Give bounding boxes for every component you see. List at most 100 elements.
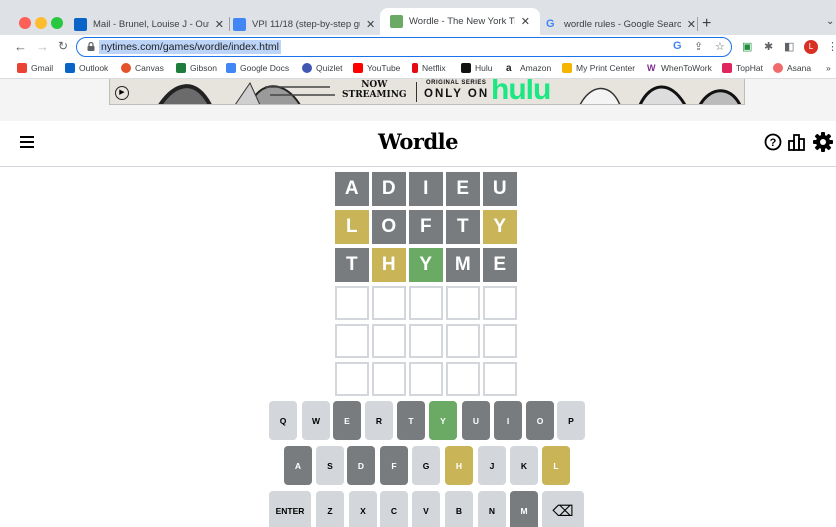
- window-minimize-button[interactable]: [35, 17, 47, 29]
- back-arrow-icon[interactable]: ←: [14, 39, 27, 54]
- ad-replay-icon[interactable]: ▶: [115, 86, 129, 100]
- hulu-ad-banner[interactable]: ▶ NOW STREAMING ORIGINAL SERIES ONLY ON …: [109, 79, 745, 105]
- asana-icon: [773, 63, 783, 73]
- reload-icon[interactable]: ↻: [58, 39, 68, 53]
- bookmarks-overflow-icon[interactable]: »: [826, 63, 831, 73]
- tab-close-icon[interactable]: ✕: [215, 18, 224, 31]
- google-lens-icon[interactable]: G: [673, 40, 682, 52]
- key-f[interactable]: F: [380, 446, 408, 485]
- bookmark-label: Canvas: [135, 63, 164, 73]
- url-text[interactable]: nytimes.com/games/wordle/index.html: [99, 40, 281, 54]
- tab-close-icon[interactable]: ✕: [687, 18, 696, 31]
- google-docs-icon: [226, 63, 236, 73]
- bookmark-star-icon[interactable]: ☆: [715, 40, 725, 53]
- bookmark-tophat[interactable]: TopHat: [722, 63, 763, 73]
- settings-gear-icon[interactable]: [813, 132, 833, 152]
- enter-key[interactable]: ENTER: [269, 491, 311, 527]
- key-i[interactable]: I: [494, 401, 522, 440]
- key-e[interactable]: E: [333, 401, 361, 440]
- bookmark-label: Asana: [787, 63, 812, 73]
- key-x[interactable]: X: [349, 491, 377, 527]
- bookmark-label: TopHat: [736, 63, 763, 73]
- key-n[interactable]: N: [478, 491, 506, 527]
- side-panel-icon[interactable]: ◧: [784, 40, 794, 53]
- tab-outlook-mail[interactable]: Mail - Brunel, Louise J - Outloo ✕: [74, 13, 224, 35]
- board-row: LOFTY: [335, 210, 520, 244]
- bookmark-hulu[interactable]: Hulu: [461, 63, 492, 73]
- help-icon[interactable]: ?: [764, 133, 782, 151]
- tab-google-search[interactable]: G wordle rules - Google Search ✕: [546, 13, 696, 35]
- key-w[interactable]: W: [302, 401, 330, 440]
- key-s[interactable]: S: [316, 446, 344, 485]
- address-bar[interactable]: nytimes.com/games/wordle/index.html G ⇪ …: [76, 37, 732, 57]
- key-q[interactable]: Q: [269, 401, 297, 440]
- more-menu-icon[interactable]: ⋮: [827, 40, 836, 53]
- bookmark-gmail[interactable]: Gmail: [17, 63, 53, 73]
- backspace-key[interactable]: ⌫: [542, 491, 584, 527]
- extension-clipboard-icon[interactable]: ▣: [742, 40, 752, 53]
- statistics-icon[interactable]: [788, 133, 806, 151]
- youtube-icon: [353, 63, 363, 73]
- key-l[interactable]: L: [542, 446, 570, 485]
- letter-tile: Y: [409, 248, 443, 282]
- bookmark-outlook[interactable]: Outlook: [65, 63, 108, 73]
- bookmark-canvas[interactable]: Canvas: [121, 63, 164, 73]
- google-docs-icon: [233, 17, 246, 31]
- forward-arrow-icon[interactable]: →: [36, 39, 49, 54]
- bookmark-amazon[interactable]: a Amazon: [506, 63, 551, 74]
- board-row: [335, 286, 520, 320]
- window-maximize-button[interactable]: [51, 17, 63, 29]
- key-y[interactable]: Y: [429, 401, 457, 440]
- letter-tile: [483, 324, 517, 358]
- keyboard-row: ENTER Z X C V B N M ⌫: [0, 491, 836, 527]
- key-r[interactable]: R: [365, 401, 393, 440]
- bookmark-my-print-center[interactable]: My Print Center: [562, 63, 635, 73]
- wordle-page: ▶ NOW STREAMING ORIGINAL SERIES ONLY ON …: [0, 79, 836, 527]
- bookmark-netflix[interactable]: Netflix: [412, 63, 446, 73]
- key-j[interactable]: J: [478, 446, 506, 485]
- tab-search-chevron-icon[interactable]: ⌄: [826, 16, 834, 27]
- tab-wordle[interactable]: Wordle - The New York Times ✕: [380, 8, 540, 35]
- key-g[interactable]: G: [412, 446, 440, 485]
- key-u[interactable]: U: [462, 401, 490, 440]
- bookmark-label: Google Docs: [240, 63, 290, 73]
- tab-vpi-guide[interactable]: VPI 11/18 (step-by-step guide) ✕: [233, 13, 377, 35]
- new-tab-button[interactable]: +: [702, 15, 711, 33]
- bookmark-whentowork[interactable]: W WhenToWork: [647, 63, 712, 73]
- key-o[interactable]: O: [526, 401, 554, 440]
- gibson-shield-icon: [176, 63, 186, 73]
- letter-tile: O: [372, 210, 406, 244]
- ad-slot: ▶ NOW STREAMING ORIGINAL SERIES ONLY ON …: [0, 79, 836, 121]
- bookmark-youtube[interactable]: YouTube: [353, 63, 400, 73]
- hulu-icon: [461, 63, 471, 73]
- extensions-puzzle-icon[interactable]: ✱: [764, 40, 773, 53]
- key-z[interactable]: Z: [316, 491, 344, 527]
- key-k[interactable]: K: [510, 446, 538, 485]
- window-close-button[interactable]: [19, 17, 31, 29]
- key-t[interactable]: T: [397, 401, 425, 440]
- tab-close-icon[interactable]: ✕: [366, 18, 375, 31]
- key-b[interactable]: B: [445, 491, 473, 527]
- bookmark-asana[interactable]: Asana: [773, 63, 811, 73]
- ad-only-on-text: ONLY ON: [424, 88, 490, 100]
- key-h[interactable]: H: [445, 446, 473, 485]
- bookmark-label: My Print Center: [576, 63, 636, 73]
- bookmark-gibson[interactable]: Gibson: [176, 63, 217, 73]
- key-d[interactable]: D: [347, 446, 375, 485]
- letter-tile: F: [409, 210, 443, 244]
- profile-avatar[interactable]: L: [804, 40, 818, 54]
- game-header: Wordle ?: [0, 121, 836, 167]
- key-a[interactable]: A: [284, 446, 312, 485]
- bookmark-quizlet[interactable]: Quizlet: [302, 63, 342, 73]
- key-v[interactable]: V: [412, 491, 440, 527]
- bookmark-google-docs[interactable]: Google Docs: [226, 63, 289, 73]
- letter-tile: Y: [483, 210, 517, 244]
- letter-tile: [446, 324, 480, 358]
- share-icon[interactable]: ⇪: [694, 40, 703, 53]
- outlook-icon: [65, 63, 75, 73]
- key-p[interactable]: P: [557, 401, 585, 440]
- tab-close-icon[interactable]: ✕: [521, 15, 530, 28]
- board-row: [335, 362, 520, 396]
- key-c[interactable]: C: [380, 491, 408, 527]
- key-m[interactable]: M: [510, 491, 538, 527]
